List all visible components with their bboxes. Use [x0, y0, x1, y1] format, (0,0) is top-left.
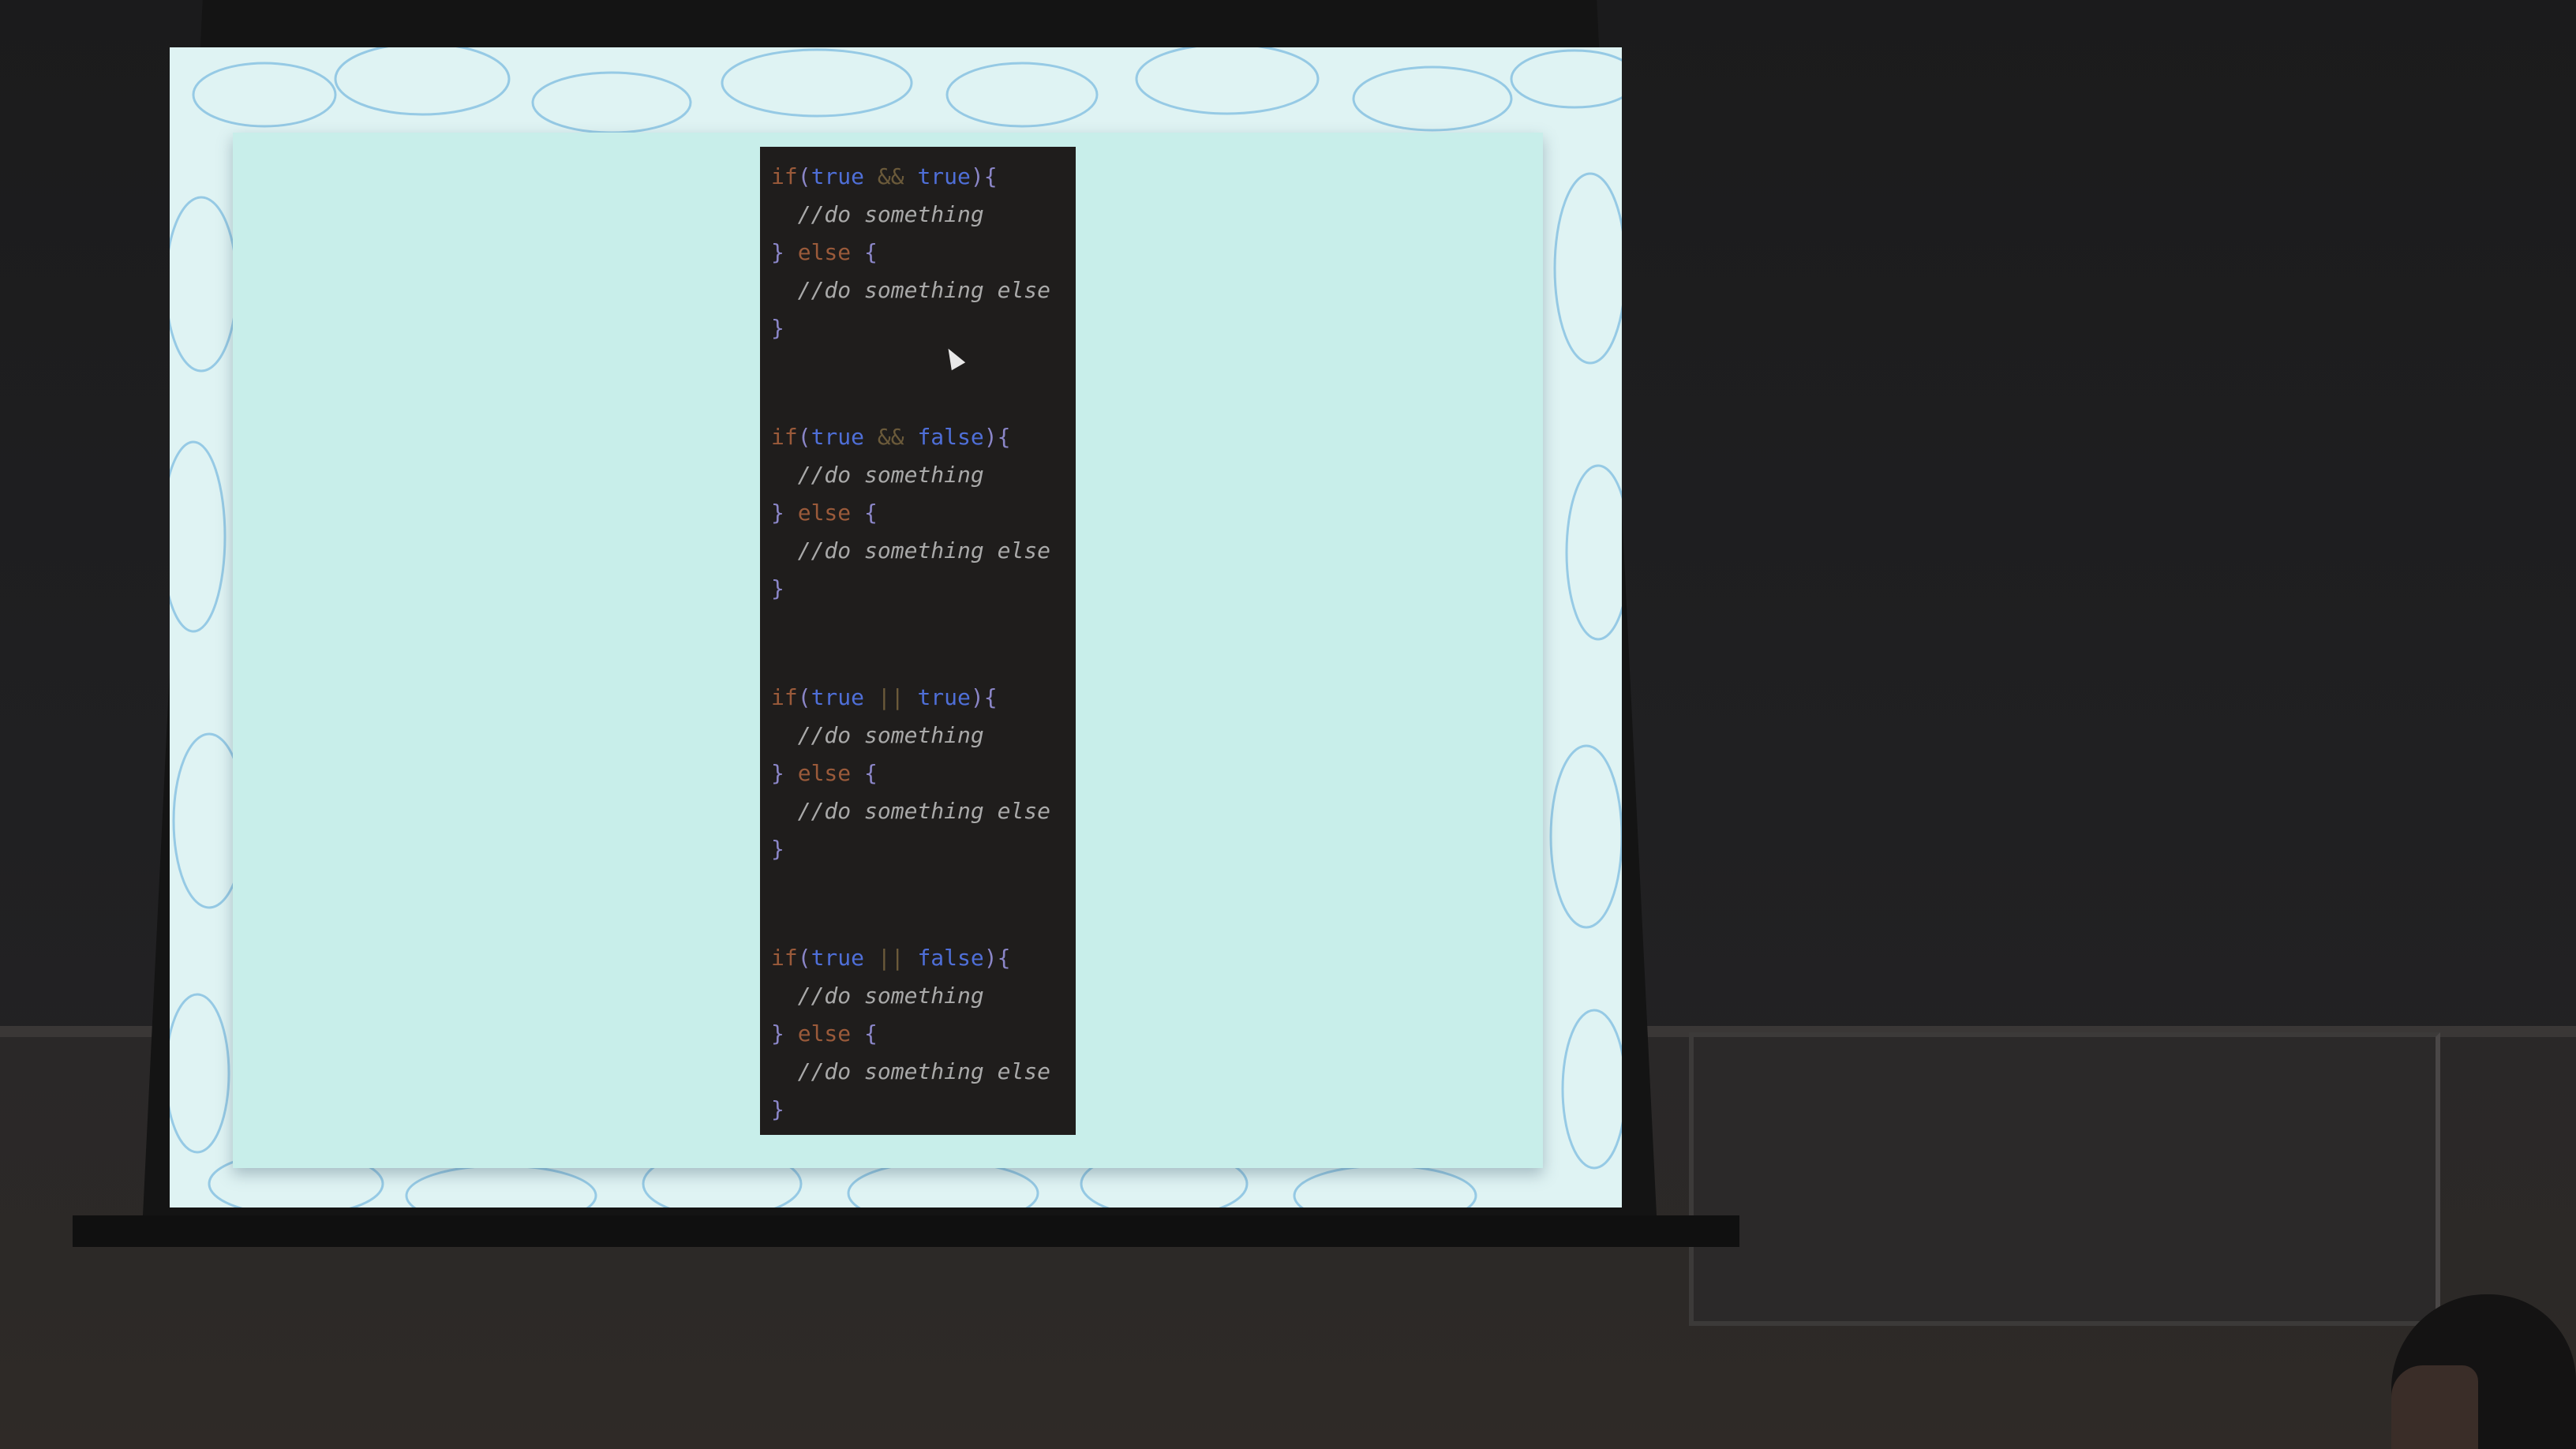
comment-then: //do something [797, 201, 984, 227]
operand-b: false [917, 424, 984, 450]
keyword-if: if [771, 684, 798, 710]
keyword-else: else [797, 500, 852, 526]
operator: && [877, 424, 904, 450]
code-line: } [771, 1096, 784, 1122]
keyword-if: if [771, 945, 798, 971]
keyword-if: if [771, 424, 798, 450]
audience-member-face [2391, 1365, 2478, 1449]
code-line: } else { [771, 500, 878, 526]
code-snippet: if(true || true){ //do something } else … [771, 679, 1071, 868]
keyword-if: if [771, 163, 798, 189]
code-line: } else { [771, 1020, 878, 1046]
side-whiteboard [1689, 1032, 2440, 1326]
code-line: } [771, 315, 784, 341]
code-line: //do something [771, 977, 1071, 1015]
code-line: } [771, 836, 784, 862]
comment-then: //do something [797, 722, 984, 748]
operand-b: true [917, 684, 971, 710]
code-line: //do something else [771, 792, 1071, 830]
code-snippet: if(true && false){ //do something } else… [771, 418, 1071, 608]
keyword-else: else [797, 239, 852, 265]
code-line: } else { [771, 239, 878, 265]
operand-a: true [811, 424, 865, 450]
code-line: //do something else [771, 532, 1071, 570]
code-line: } else { [771, 760, 878, 786]
comment-else: //do something else [797, 1058, 1051, 1084]
slide-content-card: if(true && true){ //do something } else … [233, 133, 1543, 1168]
operator: || [877, 684, 904, 710]
operand-a: true [811, 945, 865, 971]
operator: && [877, 163, 904, 189]
keyword-else: else [797, 1020, 852, 1046]
operator: || [877, 945, 904, 971]
keyword-else: else [797, 760, 852, 786]
comment-then: //do something [797, 983, 984, 1009]
operand-a: true [811, 684, 865, 710]
code-line: //do something else [771, 271, 1071, 309]
code-line: if(true || true){ [771, 684, 998, 710]
code-line: if(true || false){ [771, 945, 1011, 971]
code-snippet: if(true || false){ //do something } else… [771, 939, 1071, 1129]
comment-else: //do something else [797, 537, 1051, 564]
code-line: //do something [771, 456, 1071, 494]
comment-else: //do something else [797, 798, 1051, 824]
comment-then: //do something [797, 462, 984, 488]
code-line: //do something else [771, 1053, 1071, 1091]
projected-slide: if(true && true){ //do something } else … [170, 47, 1622, 1208]
code-line: if(true && false){ [771, 424, 1011, 450]
code-line: //do something [771, 196, 1071, 234]
code-line: if(true && true){ [771, 163, 998, 189]
code-panel: if(true && true){ //do something } else … [760, 147, 1076, 1135]
code-line: } [771, 575, 784, 601]
operand-a: true [811, 163, 865, 189]
code-line: //do something [771, 717, 1071, 754]
code-snippet: if(true && true){ //do something } else … [771, 158, 1071, 347]
operand-b: true [917, 163, 971, 189]
operand-b: false [917, 945, 984, 971]
screen-bottom-bar [73, 1215, 1739, 1247]
comment-else: //do something else [797, 277, 1051, 303]
